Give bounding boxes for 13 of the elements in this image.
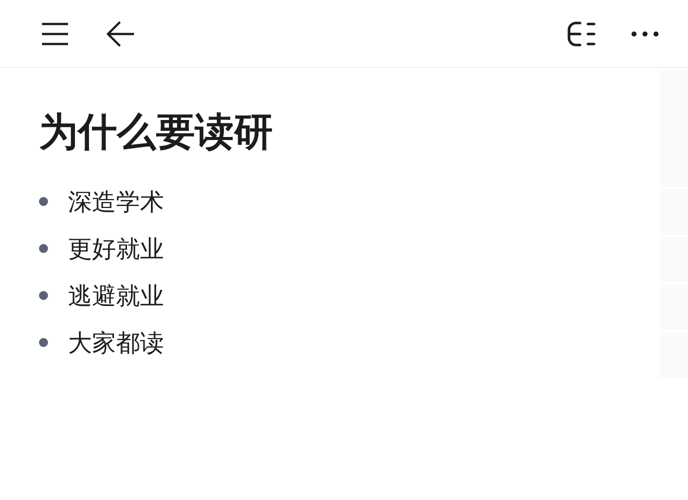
bullet-dot xyxy=(39,197,48,206)
menu-icon[interactable] xyxy=(40,22,70,46)
bullet-text: 逃避就业 xyxy=(68,280,164,310)
bullet-dot xyxy=(39,338,48,347)
bullet-text: 大家都读 xyxy=(68,328,164,358)
bullet-dot xyxy=(39,291,48,300)
more-icon[interactable] xyxy=(630,30,660,38)
bullet-text: 更好就业 xyxy=(68,234,164,264)
outline-icon[interactable] xyxy=(566,20,598,48)
bullet-dot xyxy=(39,244,48,253)
bullet-text: 深造学术 xyxy=(68,186,164,216)
note-title: 为什么要读研 xyxy=(39,109,273,157)
back-arrow-icon[interactable] xyxy=(106,20,136,48)
